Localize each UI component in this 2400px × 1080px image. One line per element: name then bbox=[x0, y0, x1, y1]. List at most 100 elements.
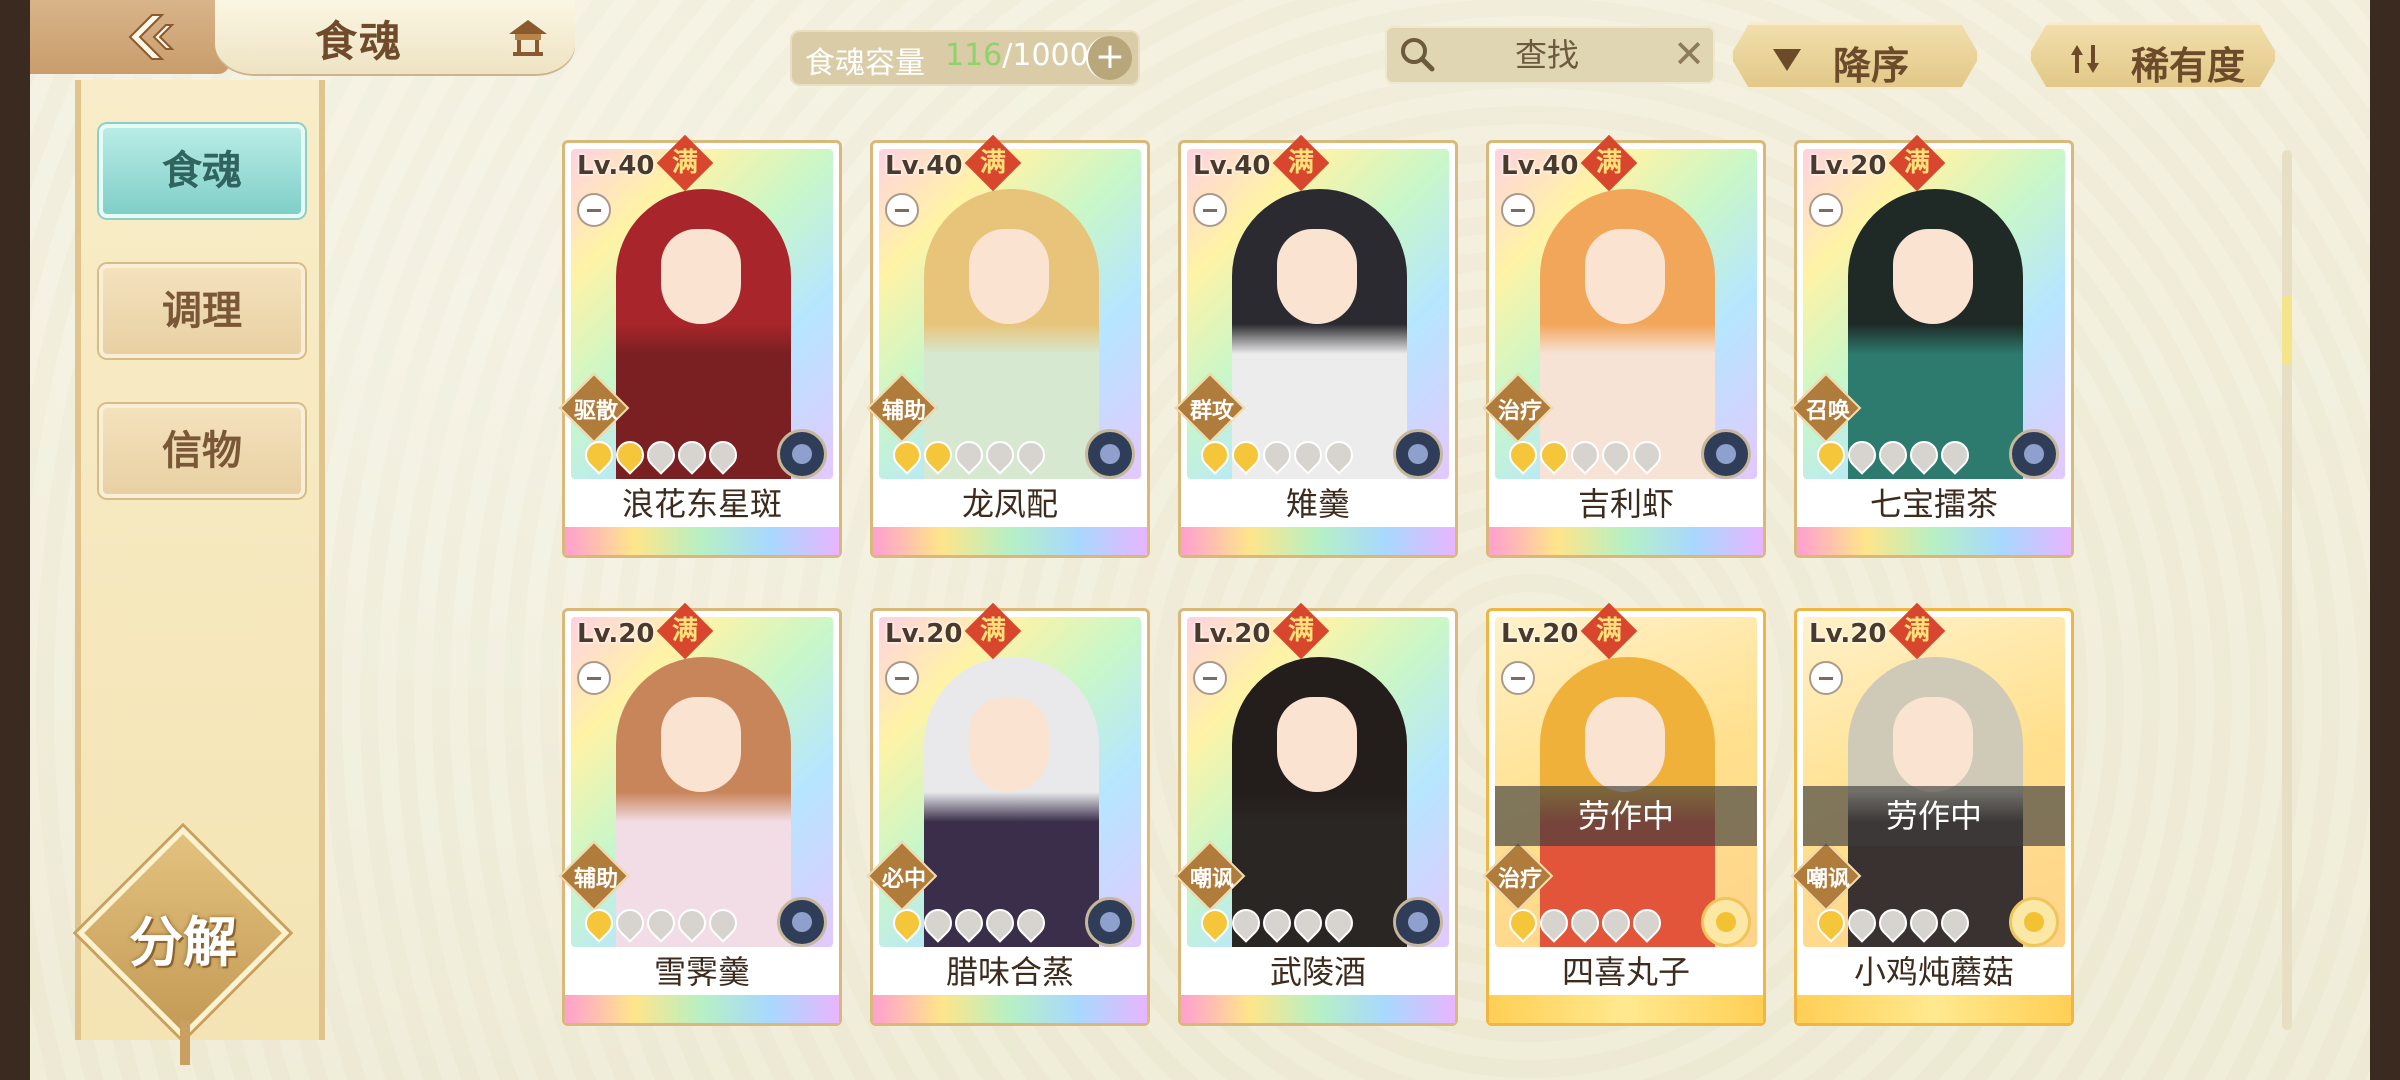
flame-star-icon bbox=[1011, 435, 1051, 475]
food-soul-card[interactable]: Lv.40 满驱散 浪花东星斑 bbox=[558, 134, 842, 558]
flame-star-icon bbox=[1503, 435, 1543, 475]
flame-star-icon bbox=[579, 435, 619, 475]
max-level-text: 满 bbox=[671, 147, 699, 178]
mood-face-icon bbox=[1193, 193, 1227, 227]
flame-star-icon bbox=[1904, 435, 1944, 475]
sort-rarity-button[interactable]: 稀有度 bbox=[2028, 22, 2278, 90]
sort-down-triangle-icon bbox=[1773, 49, 1801, 71]
character-face bbox=[661, 697, 741, 792]
food-soul-card[interactable]: Lv.40 满辅助 龙凤配 bbox=[866, 134, 1150, 558]
back-button[interactable] bbox=[118, 10, 182, 64]
character-face bbox=[1277, 229, 1357, 324]
card-name: 武陵酒 bbox=[1269, 953, 1366, 991]
flame-star-icon bbox=[703, 903, 743, 943]
flame-star-icon bbox=[1288, 435, 1328, 475]
card-level: Lv.20 bbox=[1809, 619, 1887, 649]
character-face bbox=[1585, 697, 1665, 792]
card-rarity-strip bbox=[1489, 995, 1763, 1023]
character-face bbox=[1277, 697, 1357, 792]
flame-star-icon bbox=[1195, 435, 1235, 475]
flame-star-icon bbox=[610, 435, 650, 475]
card-rarity-strip bbox=[873, 527, 1147, 555]
flame-star-icon bbox=[887, 435, 927, 475]
max-level-text: 满 bbox=[1287, 615, 1315, 646]
search-clear-button[interactable]: ✕ bbox=[1673, 32, 1705, 76]
title-tab: 食魂 bbox=[215, 0, 575, 74]
back-arrow-icon bbox=[128, 14, 175, 60]
flame-star-icon bbox=[1627, 435, 1667, 475]
food-soul-card[interactable]: Lv.40 满群攻 雉羹 bbox=[1174, 134, 1458, 558]
flame-star-icon bbox=[1319, 903, 1359, 943]
capacity-current: 116 bbox=[945, 38, 1003, 73]
card-name: 龙凤配 bbox=[961, 485, 1058, 523]
back-tab bbox=[30, 0, 230, 74]
scrollbar-thumb[interactable] bbox=[2282, 295, 2292, 365]
card-name: 雉羹 bbox=[1285, 485, 1350, 523]
page-title: 食魂 bbox=[315, 17, 404, 66]
food-soul-card[interactable]: Lv.20 满辅助 雪霁羹 bbox=[558, 602, 842, 1026]
flame-star-icon bbox=[1596, 435, 1636, 475]
card-rarity-strip bbox=[1181, 995, 1455, 1023]
scrollbar-track[interactable] bbox=[2282, 150, 2292, 1030]
flame-star-icon bbox=[672, 903, 712, 943]
sidebar-item-food-soul[interactable]: 食魂 bbox=[99, 124, 305, 218]
search-icon bbox=[1401, 38, 1435, 72]
sort-order-label: 降序 bbox=[1833, 44, 1910, 88]
food-soul-card[interactable]: Lv.20 满召唤 七宝擂茶 bbox=[1790, 134, 2074, 558]
card-level: Lv.40 bbox=[1193, 151, 1271, 181]
character-face bbox=[1893, 697, 1973, 792]
food-soul-card[interactable]: Lv.20 满治疗 劳作中 四喜丸子 bbox=[1482, 602, 1766, 1026]
role-label: 必中 bbox=[881, 867, 926, 892]
flame-star-icon bbox=[1011, 903, 1051, 943]
flame-star-icon bbox=[1935, 903, 1975, 943]
flame-star-icon bbox=[1842, 903, 1882, 943]
flame-star-icon bbox=[579, 903, 619, 943]
capacity-add-button[interactable]: + bbox=[1086, 36, 1132, 80]
flame-star-icon bbox=[949, 435, 989, 475]
search-input[interactable] bbox=[1445, 34, 1649, 76]
flame-star-icon bbox=[1257, 903, 1297, 943]
food-soul-card[interactable]: Lv.20 满必中 腊味合蒸 bbox=[866, 602, 1150, 1026]
flame-star-icon bbox=[1257, 435, 1297, 475]
faction-emblem-icon bbox=[1393, 897, 1443, 947]
food-soul-card[interactable]: Lv.40 满治疗 吉利虾 bbox=[1482, 134, 1766, 558]
card-name: 雪霁羹 bbox=[653, 953, 750, 991]
food-soul-card[interactable]: Lv.20 满嘲讽 武陵酒 bbox=[1174, 602, 1458, 1026]
card-level: Lv.20 bbox=[885, 619, 963, 649]
mood-face-icon bbox=[1809, 661, 1843, 695]
mood-face-icon bbox=[885, 193, 919, 227]
flame-star-icon bbox=[949, 903, 989, 943]
decompose-label[interactable]: 分解 bbox=[98, 898, 268, 977]
role-label: 治疗 bbox=[1497, 399, 1542, 424]
sidebar-item-cooking[interactable]: 调理 bbox=[99, 264, 305, 358]
swap-arrows-icon bbox=[2071, 45, 2099, 73]
max-level-text: 满 bbox=[1287, 147, 1315, 178]
max-level-text: 满 bbox=[979, 615, 1007, 646]
sort-rarity-label: 稀有度 bbox=[2131, 44, 2246, 88]
sidebar-item-token[interactable]: 信物 bbox=[99, 404, 305, 498]
capacity-max: /1000 bbox=[1002, 38, 1089, 73]
flame-star-icon bbox=[980, 903, 1020, 943]
star-rating bbox=[1503, 903, 1667, 943]
capacity-display: 食魂容量 116/1000 + bbox=[790, 30, 1140, 86]
flame-star-icon bbox=[641, 435, 681, 475]
sort-order-button[interactable]: 降序 bbox=[1730, 22, 1980, 90]
flame-star-icon bbox=[1842, 435, 1882, 475]
flame-star-icon bbox=[1935, 435, 1975, 475]
max-level-text: 满 bbox=[1595, 615, 1623, 646]
home-pavilion-icon[interactable] bbox=[505, 14, 551, 60]
flame-star-icon bbox=[703, 435, 743, 475]
search-box: ✕ bbox=[1385, 26, 1715, 84]
flame-star-icon bbox=[641, 903, 681, 943]
card-name: 吉利虾 bbox=[1577, 485, 1674, 523]
flame-star-icon bbox=[1226, 903, 1266, 943]
flame-star-icon bbox=[1627, 903, 1667, 943]
food-soul-card[interactable]: Lv.20 满嘲讽 劳作中 小鸡炖蘑菇 bbox=[1790, 602, 2074, 1026]
flame-star-icon bbox=[1873, 903, 1913, 943]
flower-emblem-icon bbox=[2009, 897, 2059, 947]
flame-star-icon bbox=[918, 435, 958, 475]
card-rarity-strip bbox=[1797, 527, 2071, 555]
role-label: 召唤 bbox=[1805, 399, 1850, 424]
star-rating bbox=[887, 903, 1051, 943]
max-level-text: 满 bbox=[1903, 147, 1931, 178]
